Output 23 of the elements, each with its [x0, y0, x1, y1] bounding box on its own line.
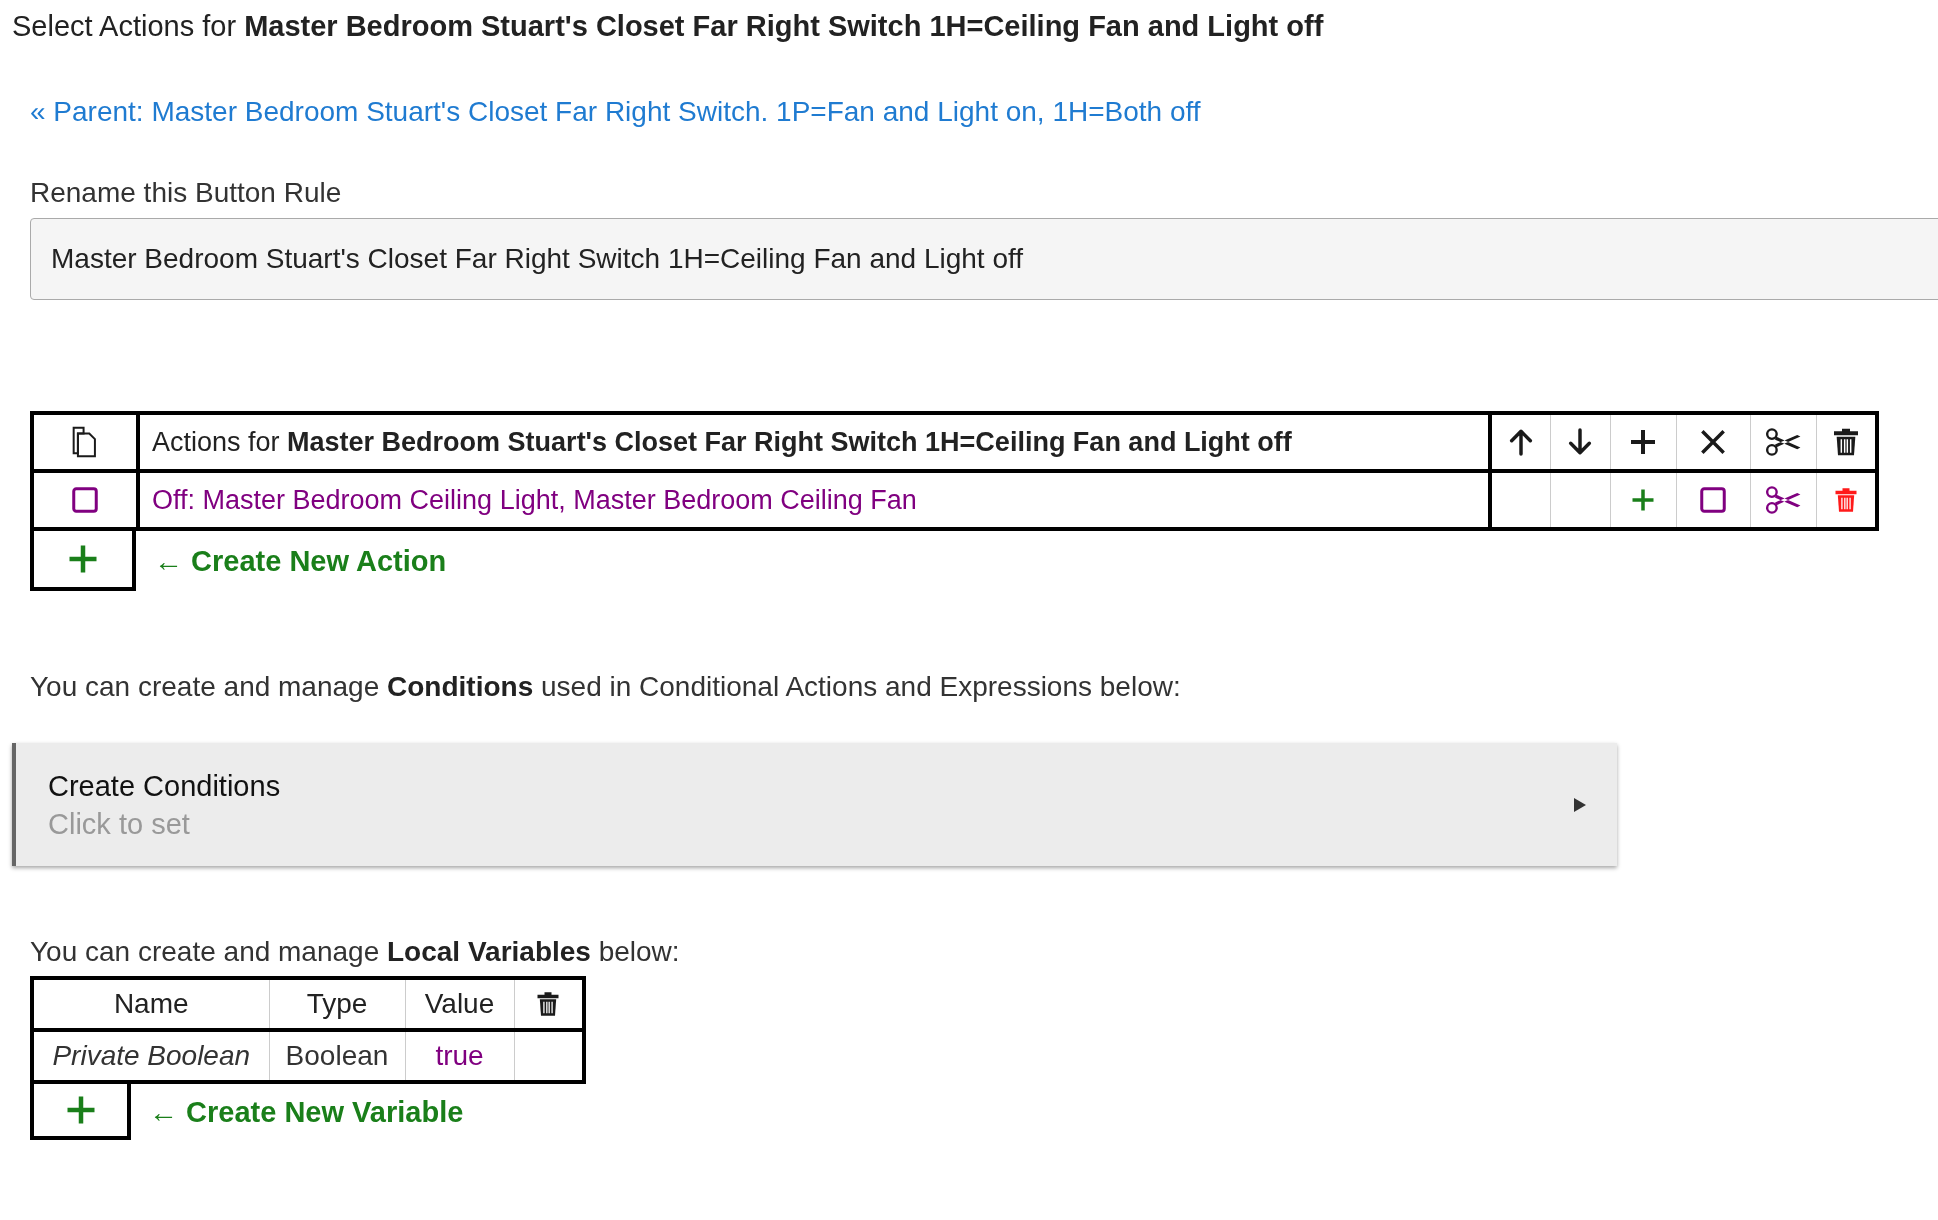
- page-title: Select Actions for Master Bedroom Stuart's Closet Far Right Switch 1H=Ceiling Fan and Light off: [12, 9, 1325, 44]
- column-header: Name: [113, 988, 189, 1019]
- column-header: Value: [424, 988, 495, 1019]
- variable-name: Private Boolean: [52, 1040, 251, 1071]
- info-text: You can create and manage Local Variables below:: [30, 935, 680, 969]
- conditions-panel[interactable]: Create Conditions Click to set: [12, 743, 1617, 866]
- panel-title: Create Conditions: [48, 768, 281, 804]
- info-text: You can create and manage Conditions used in Conditional Actions and Expressions below:: [30, 670, 1181, 704]
- expand-icon: [1573, 796, 1587, 813]
- parent-link[interactable]: « Parent: Master Bedroom Stuart's Closet Far Right Switch. 1P=Fan and Light on, 1H=Both off: [30, 96, 1201, 127]
- add-button[interactable]: [30, 1084, 131, 1140]
- column-header: Actions for Master Bedroom Stuart's Closet Far Right Switch 1H=Ceiling Fan and Light off: [151, 426, 1292, 457]
- field-label: Rename this Button Rule: [30, 176, 342, 210]
- variable-value[interactable]: true: [435, 1040, 484, 1071]
- add-button[interactable]: [30, 531, 136, 591]
- rename-field[interactable]: Master Bedroom Stuart's Closet Far Right Switch 1H=Ceiling Fan and Light off: [30, 218, 1938, 300]
- checkbox[interactable]: [1698, 485, 1728, 515]
- create-action-link[interactable]: ← Create New Action: [154, 544, 447, 578]
- column-header: Type: [306, 988, 368, 1019]
- variable-type: Boolean: [285, 1040, 389, 1071]
- panel-hint: Click to set: [48, 806, 190, 842]
- checkbox[interactable]: [70, 485, 100, 515]
- create-variable-link[interactable]: ← Create New Variable: [149, 1095, 464, 1129]
